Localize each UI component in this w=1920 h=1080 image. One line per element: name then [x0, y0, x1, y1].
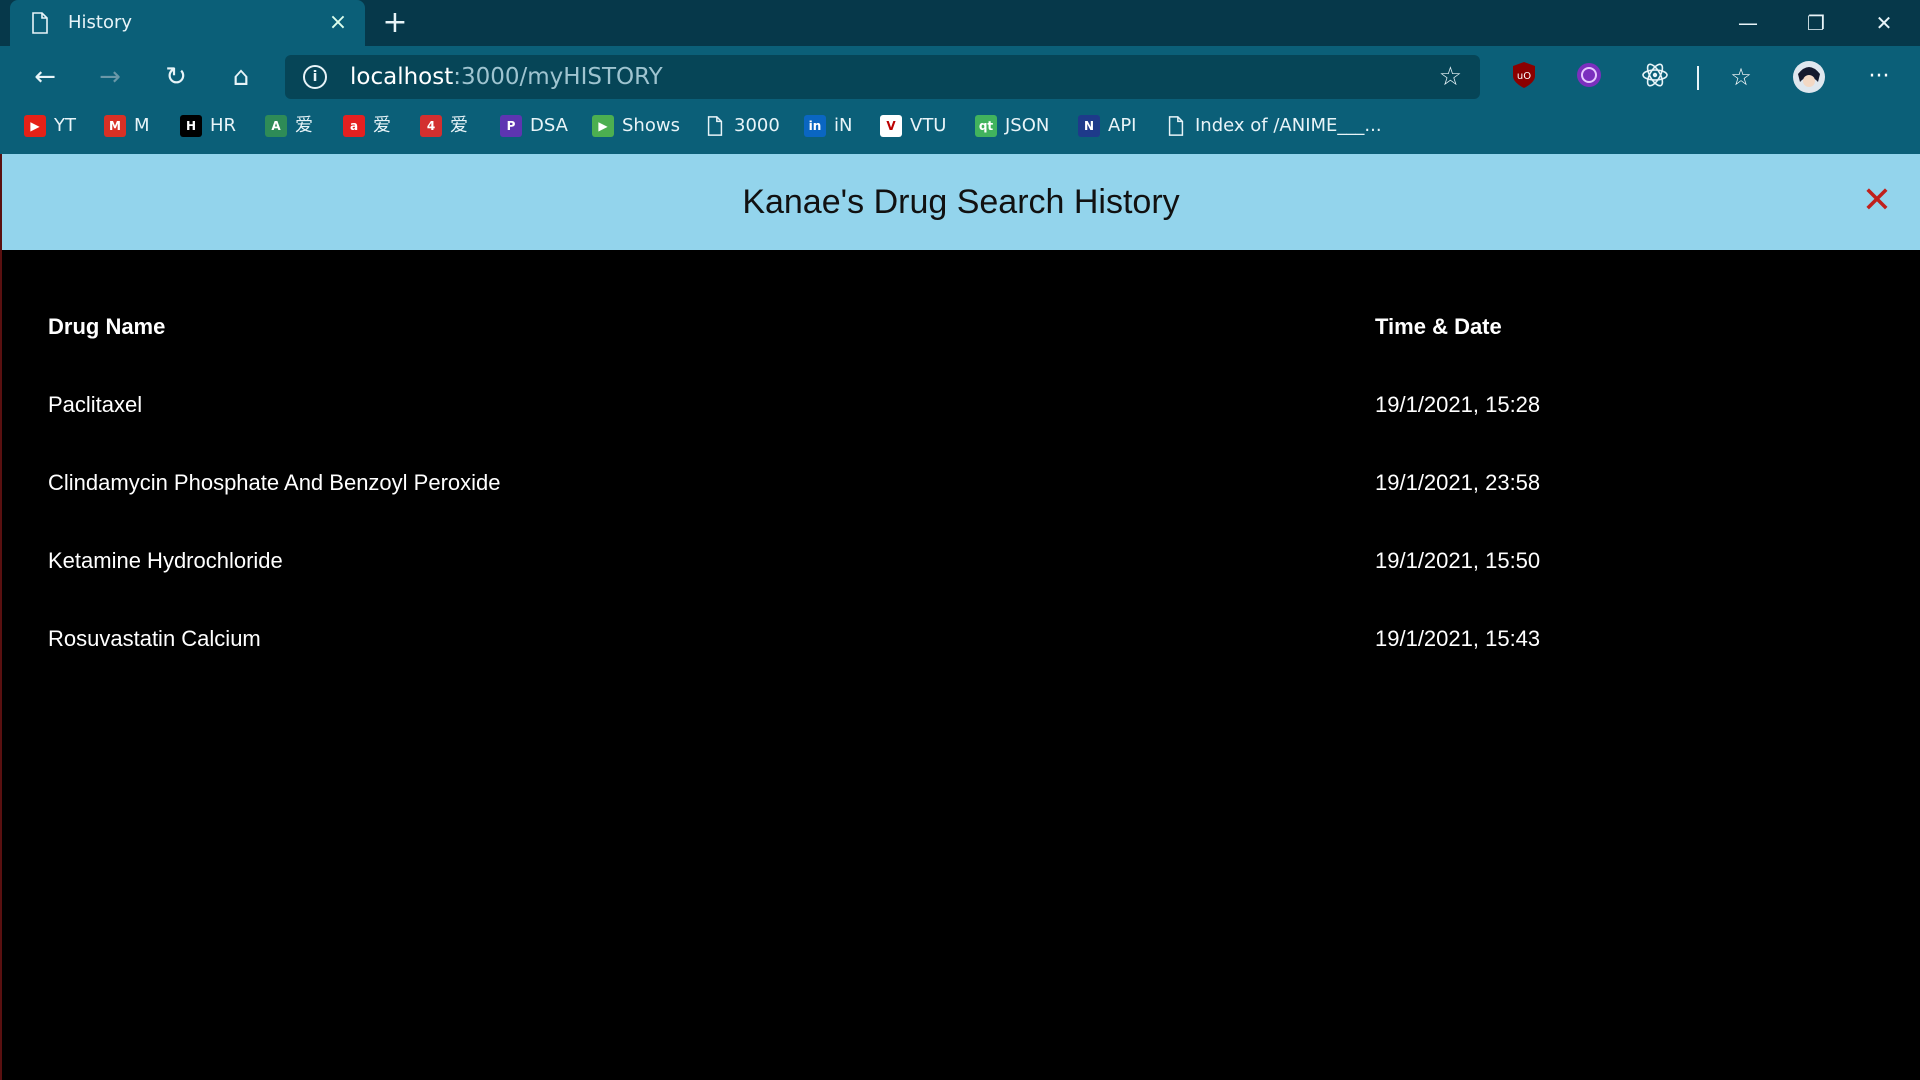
bookmark-label: 爱 — [295, 115, 313, 136]
url-path: :3000/myHISTORY — [453, 64, 663, 90]
address-bar[interactable]: i localhost:3000/myHISTORY ☆ — [285, 55, 1480, 99]
minimize-button[interactable]: — — [1714, 0, 1782, 46]
bookmark-label: VTU — [910, 115, 947, 136]
bookmark-item[interactable]: MM — [104, 108, 150, 144]
bookmark-item[interactable]: P DSA — [500, 108, 568, 144]
tab-history[interactable]: History × — [10, 0, 365, 46]
linkedin-icon: in — [804, 115, 826, 137]
restore-button[interactable]: ❐ — [1782, 0, 1850, 46]
bookmark-label: HR — [210, 115, 237, 136]
dsa-icon: P — [500, 115, 522, 137]
home-button[interactable]: ⌂ — [220, 56, 262, 98]
tab-title: History — [68, 12, 133, 33]
page-icon — [1165, 115, 1187, 137]
history-table: Drug Name Time & Date Paclitaxel 19/1/20… — [48, 288, 1848, 678]
forward-button[interactable]: → — [89, 56, 131, 98]
app-header: Kanae's Drug Search History ✕ — [2, 154, 1920, 250]
more-options-icon[interactable]: ··· — [1862, 60, 1896, 94]
bookmark-item[interactable]: a爱 — [343, 108, 391, 144]
bookmark-label: JSON — [1005, 115, 1050, 136]
qt-icon: qt — [975, 115, 997, 137]
hackerrank-icon: H — [180, 115, 202, 137]
column-header-time-date: Time & Date — [1375, 314, 1502, 339]
time-date-cell: 19/1/2021, 15:28 — [1375, 392, 1541, 417]
profile-avatar[interactable] — [1792, 60, 1826, 94]
refresh-button[interactable]: ↻ — [155, 56, 197, 98]
bookmark-label: YT — [54, 115, 76, 136]
play-icon: ▶ — [592, 115, 614, 137]
react-devtools-icon[interactable] — [1638, 60, 1672, 94]
anime-a-icon: A — [265, 115, 287, 137]
bookmark-item[interactable]: ▶ Shows — [592, 108, 680, 144]
bookmark-item[interactable]: qt JSON — [975, 108, 1049, 144]
time-date-cell: 19/1/2021, 15:50 — [1375, 548, 1541, 573]
bookmark-label: 爱 — [373, 115, 391, 136]
browser-chrome: History × + — ❐ ✕ ← → ↻ ⌂ i localhost:30… — [0, 0, 1920, 154]
back-button[interactable]: ← — [24, 56, 66, 98]
bookmark-item[interactable]: N API — [1078, 108, 1136, 144]
table-row[interactable]: Paclitaxel 19/1/2021, 15:28 — [48, 366, 1848, 444]
bookmark-label: DSA — [530, 115, 568, 136]
bookmark-label: 爱 — [450, 115, 468, 136]
bookmark-label: Index of /ANIME___... — [1195, 115, 1382, 136]
bookmark-item[interactable]: 4爱 — [420, 108, 468, 144]
drug-name-cell: Ketamine Hydrochloride — [48, 548, 283, 573]
tab-close-icon[interactable]: × — [323, 8, 353, 38]
bookmark-label: M — [134, 115, 150, 136]
bookmark-label: 3000 — [734, 115, 780, 136]
window-edge — [0, 154, 2, 1080]
tab-bar: History × + — ❐ ✕ — [0, 0, 1920, 46]
bookmark-item[interactable]: ▶ YT — [24, 108, 76, 144]
table-row[interactable]: Ketamine Hydrochloride 19/1/2021, 15:50 — [48, 522, 1848, 600]
time-date-cell: 19/1/2021, 23:58 — [1375, 470, 1541, 495]
ublock-icon[interactable]: uO — [1507, 60, 1541, 94]
bookmark-label: Shows — [622, 115, 680, 136]
bookmark-item[interactable]: in iN — [804, 108, 852, 144]
extension-purple-icon[interactable] — [1572, 60, 1606, 94]
bookmark-item[interactable]: A爱 — [265, 108, 313, 144]
bookmark-item[interactable]: H HR — [180, 108, 236, 144]
table-header-row: Drug Name Time & Date — [48, 288, 1848, 366]
anime-red-a-icon: a — [343, 115, 365, 137]
favorites-icon[interactable]: ☆ — [1724, 60, 1758, 94]
svg-text:uO: uO — [1517, 71, 1531, 82]
anime-shield-icon: 4 — [420, 115, 442, 137]
drug-name-cell: Rosuvastatin Calcium — [48, 626, 261, 651]
toolbar-divider — [1697, 66, 1699, 90]
bookmark-label: iN — [834, 115, 853, 136]
close-icon[interactable]: ✕ — [1860, 183, 1894, 219]
nasa-icon: N — [1078, 115, 1100, 137]
drug-name-cell: Paclitaxel — [48, 392, 143, 417]
bookmarks-bar: ▶ YT M M H HR A 爱 a 爱 4 爱 P DSA ▶ Shows 3000 in iN V VTU qt JS… — [0, 108, 1920, 154]
site-info-icon[interactable]: i — [303, 65, 327, 89]
vtu-icon: V — [880, 115, 902, 137]
bookmark-item[interactable]: Index of /ANIME___... — [1165, 108, 1382, 144]
bookmark-item[interactable]: V VTU — [880, 108, 946, 144]
time-date-cell: 19/1/2021, 15:43 — [1375, 626, 1541, 651]
bookmark-label: API — [1108, 115, 1137, 136]
youtube-icon: ▶ — [24, 115, 46, 137]
bookmark-item[interactable]: 3000 — [704, 108, 780, 144]
favorite-star-icon[interactable]: ☆ — [1439, 63, 1462, 91]
new-tab-button[interactable]: + — [375, 6, 415, 40]
drug-name-cell: Clindamycin Phosphate And Benzoyl Peroxi… — [48, 470, 501, 495]
toolbar: ← → ↻ ⌂ i localhost:3000/myHISTORY ☆ uO … — [0, 46, 1920, 108]
page-title: Kanae's Drug Search History — [742, 183, 1180, 221]
window-close-button[interactable]: ✕ — [1850, 0, 1918, 46]
url[interactable]: localhost:3000/myHISTORY — [350, 55, 663, 99]
url-host: localhost — [350, 64, 454, 90]
page-icon — [32, 12, 48, 34]
gmail-icon: M — [104, 115, 126, 137]
table-row[interactable]: Rosuvastatin Calcium 19/1/2021, 15:43 — [48, 600, 1848, 678]
table-row[interactable]: Clindamycin Phosphate And Benzoyl Peroxi… — [48, 444, 1848, 522]
page-icon — [704, 115, 726, 137]
column-header-drug-name: Drug Name — [48, 314, 166, 339]
